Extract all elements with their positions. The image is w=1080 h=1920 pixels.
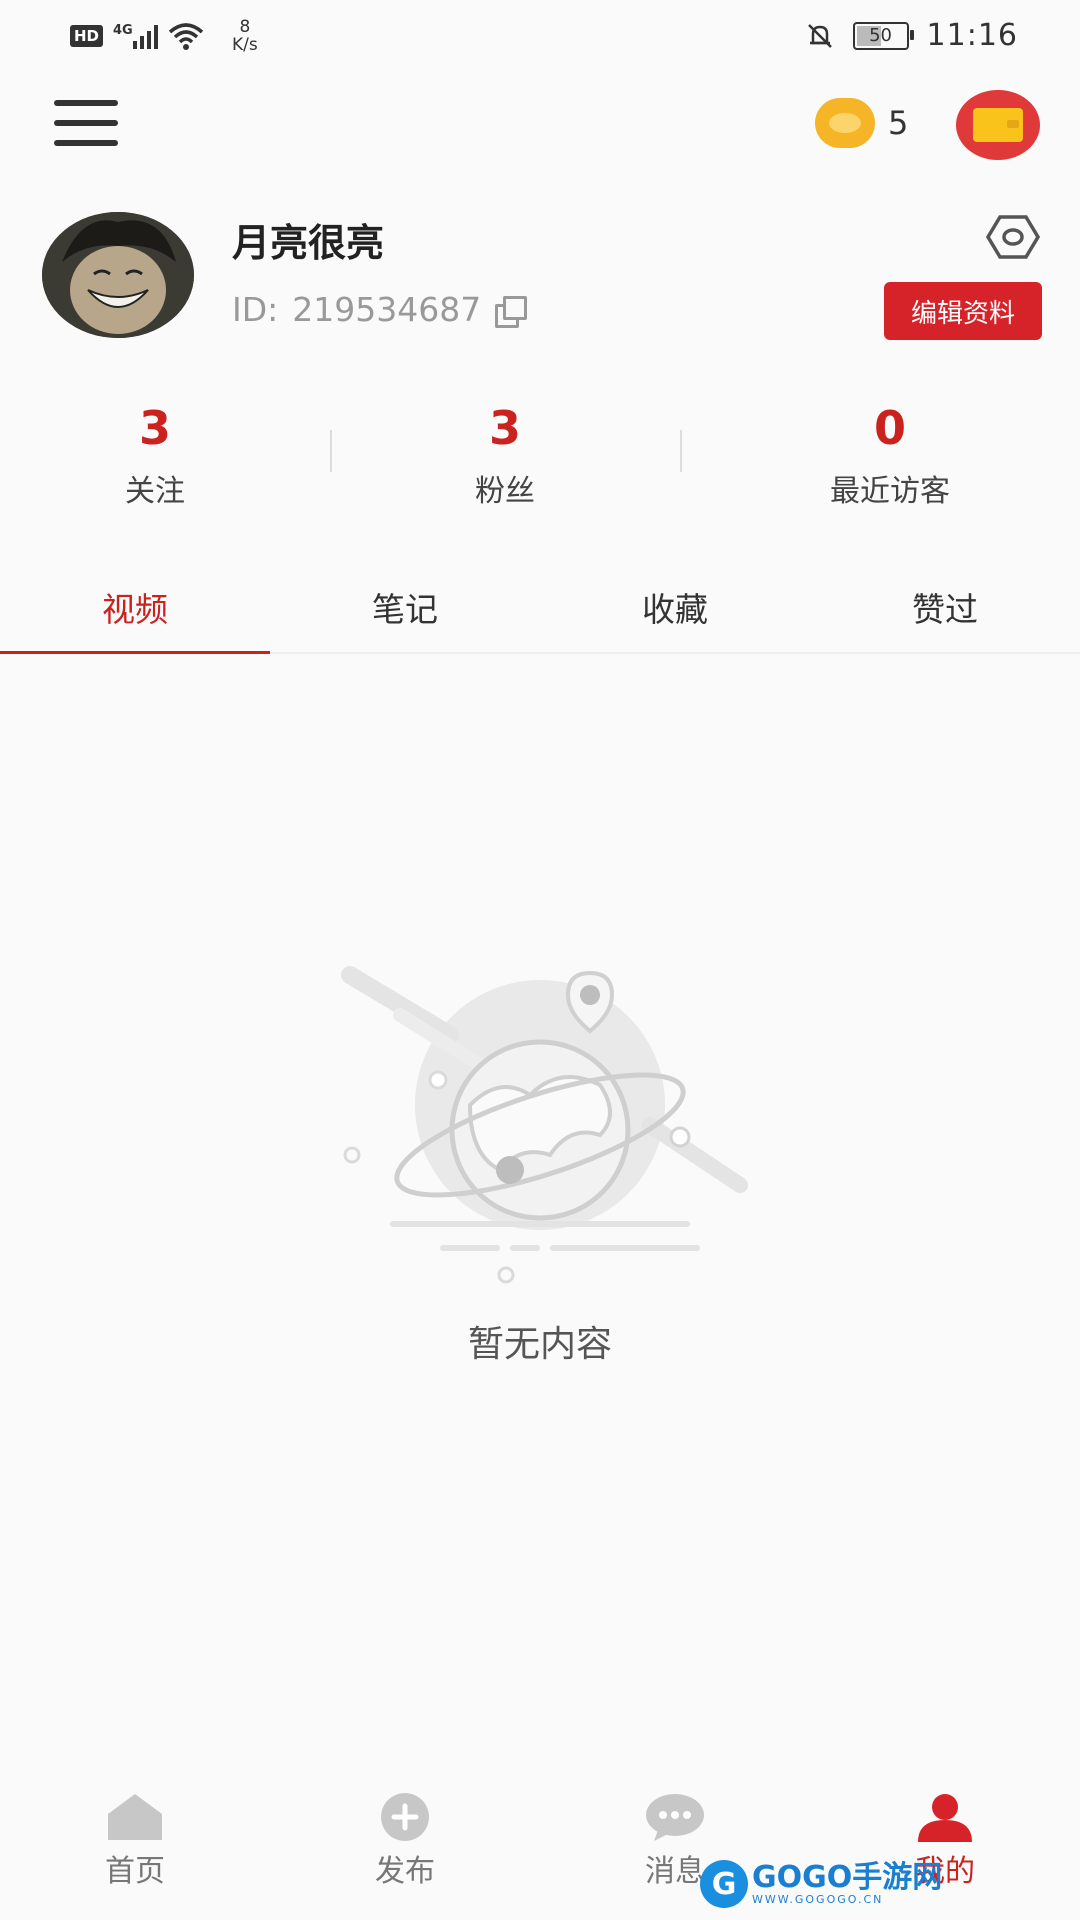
wifi-icon <box>168 23 204 50</box>
nav-label: 发布 <box>375 1854 435 1889</box>
empty-planet-illustration <box>341 966 748 1284</box>
hd-indicator: HD <box>70 25 104 47</box>
chat-icon <box>646 1794 704 1841</box>
nav-publish[interactable]: 发布 <box>270 1770 540 1920</box>
user-icon <box>918 1794 972 1842</box>
user-id-value: 219534687 <box>292 290 482 329</box>
nav-label: 消息 <box>645 1854 705 1889</box>
home-icon <box>108 1794 162 1840</box>
stat-visitors[interactable]: 0 最近访客 <box>740 400 1040 510</box>
stat-label: 最近访客 <box>830 474 950 509</box>
tab-liked[interactable]: 赞过 <box>810 570 1080 652</box>
empty-state-text: 暂无内容 <box>467 1324 612 1365</box>
user-id-label: ID: <box>232 290 279 329</box>
coin-count: 5 <box>888 104 909 142</box>
avatar[interactable] <box>42 212 194 338</box>
tab-notes[interactable]: 笔记 <box>270 570 540 652</box>
copy-icon[interactable] <box>495 295 528 328</box>
watermark-text: GOGO手游网 <box>752 1859 943 1895</box>
tab-videos[interactable]: 视频 <box>0 570 270 654</box>
network-speed: 8 K/s <box>232 17 258 55</box>
plus-icon <box>381 1793 429 1841</box>
bell-muted-icon <box>807 23 832 48</box>
menu-icon[interactable] <box>54 100 118 146</box>
eye-icon[interactable] <box>986 214 1040 260</box>
status-bar: HD 4G 8 K/s 50 11:16 <box>0 0 1080 75</box>
nav-home[interactable]: 首页 <box>0 1770 270 1920</box>
status-time: 11:16 <box>926 18 1018 53</box>
stat-value: 0 <box>873 401 906 455</box>
tab-favorites[interactable]: 收藏 <box>540 570 810 652</box>
coin-icon[interactable] <box>815 98 875 148</box>
content-tabs: 视频 笔记 收藏 赞过 <box>0 570 1080 654</box>
cellular-signal-icon: 4G <box>113 23 159 49</box>
stat-following[interactable]: 3 关注 <box>5 400 305 510</box>
stat-value: 3 <box>488 401 521 455</box>
wallet-button[interactable] <box>956 90 1040 160</box>
edit-profile-button[interactable]: 编辑资料 <box>884 282 1042 340</box>
nav-label: 首页 <box>105 1854 165 1889</box>
stat-value: 3 <box>138 401 171 455</box>
wallet-icon <box>973 108 1023 142</box>
stat-label: 粉丝 <box>475 474 535 509</box>
username: 月亮很亮 <box>232 221 385 265</box>
stat-divider <box>330 430 332 472</box>
stat-followers[interactable]: 3 粉丝 <box>355 400 655 510</box>
watermark-logo: G GOGO手游网 WWW.GOGOGO.CN <box>700 1860 942 1908</box>
stat-label: 关注 <box>125 474 185 509</box>
battery-indicator: 50 <box>852 21 914 50</box>
stat-divider <box>680 430 682 472</box>
watermark-icon: G <box>700 1860 748 1908</box>
user-id: ID: 219534687 <box>232 290 528 329</box>
